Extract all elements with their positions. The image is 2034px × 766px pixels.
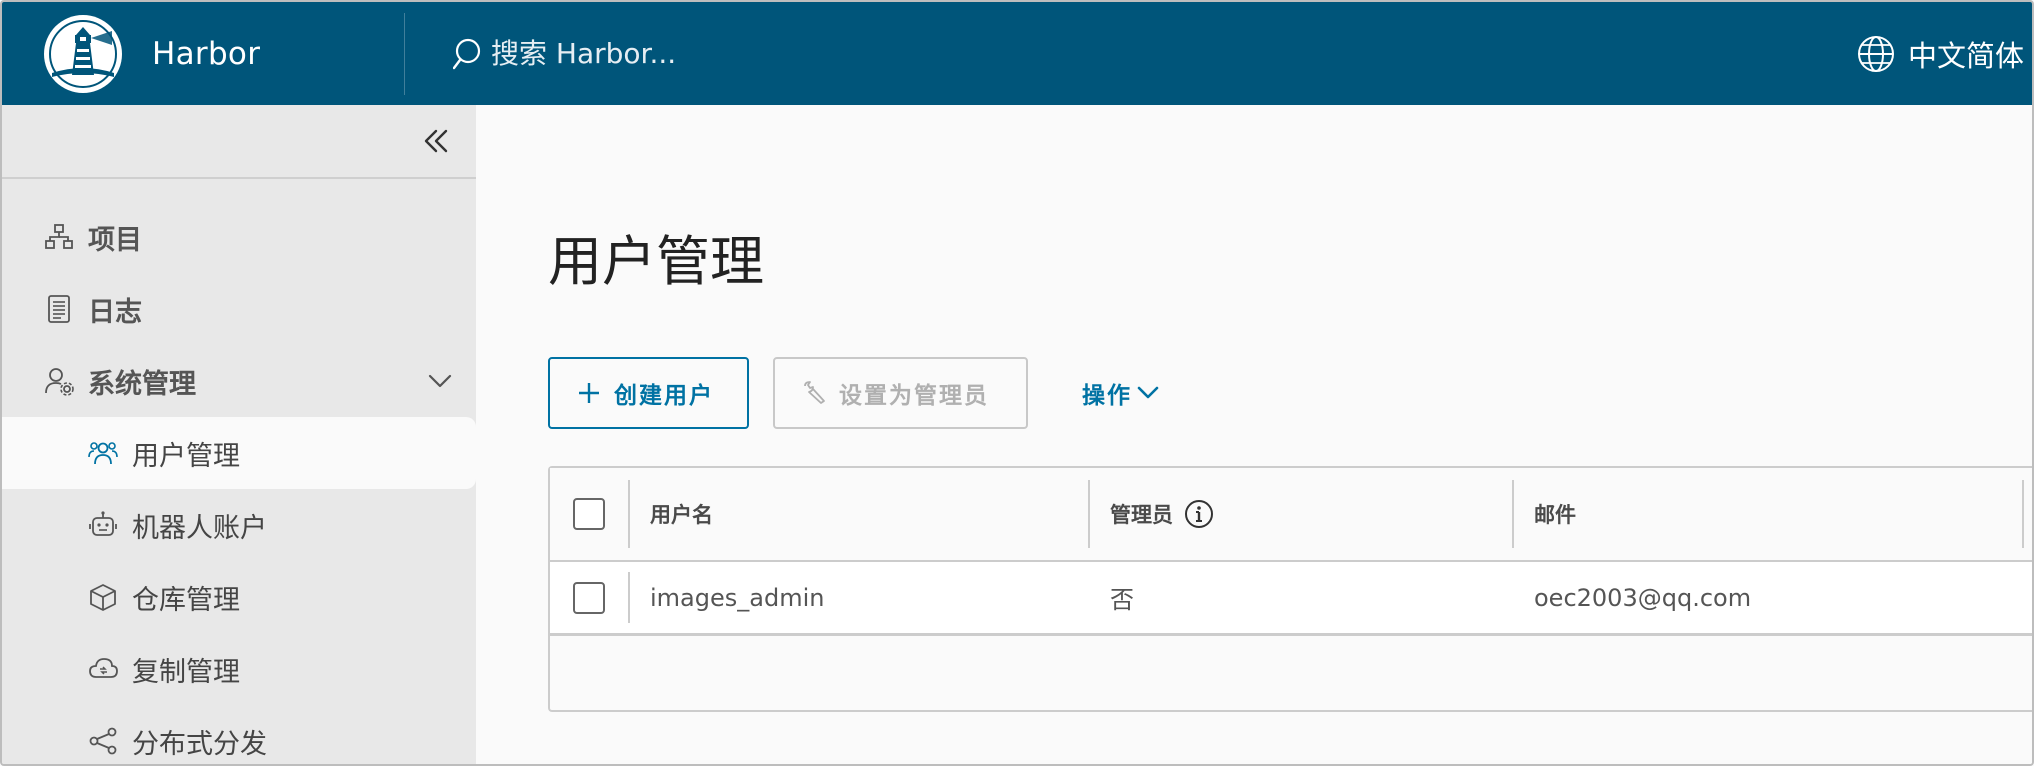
username-value: images_admin — [650, 583, 825, 612]
sidebar-item-label: 系统管理 — [88, 368, 196, 400]
set-admin-label: 设置为管理员 — [839, 383, 989, 409]
set-admin-button[interactable]: 设置为管理员 — [773, 357, 1028, 429]
sidebar-item-administration[interactable]: 系统管理 — [2, 345, 476, 417]
column-separator[interactable] — [1512, 480, 1514, 548]
search-icon — [453, 38, 481, 69]
column-separator[interactable] — [2022, 480, 2024, 548]
sidebar-item-distributions[interactable]: 分布式分发 — [2, 705, 476, 764]
plus-icon — [579, 383, 599, 403]
toolbar: 创建用户 设置为管理员 操作 — [548, 357, 1160, 429]
sidebar-item-replications[interactable]: 复制管理 — [2, 633, 476, 705]
collapse-sidebar-icon[interactable] — [418, 123, 454, 159]
project-icon — [45, 224, 73, 249]
column-header-admin[interactable]: 管理员 — [1088, 468, 1512, 560]
main-content: 用户管理 创建用户 设置为管理员 操作 用户名 管理员 邮件 images_ad… — [476, 105, 2032, 764]
column-header-label: 邮件 — [1534, 503, 1576, 527]
email-value: oec2003@qq.com — [1534, 583, 1752, 612]
info-icon[interactable] — [1183, 498, 1215, 530]
page-title: 用户管理 — [548, 230, 764, 293]
sidebar-item-logs[interactable]: 日志 — [2, 273, 476, 345]
sidebar-item-label: 项目 — [88, 224, 142, 256]
sidebar-item-label: 分布式分发 — [132, 728, 267, 760]
sidebar-item-user-management[interactable]: 用户管理 — [2, 417, 476, 489]
trailing-column — [2022, 468, 2032, 560]
column-header-email[interactable]: 邮件 — [1512, 468, 2022, 560]
brand[interactable]: Harbor — [2, 2, 404, 105]
log-icon — [48, 295, 70, 323]
sidebar-item-label: 用户管理 — [132, 440, 240, 472]
users-icon — [88, 442, 118, 465]
sidebar-item-robot-accounts[interactable]: 机器人账户 — [2, 489, 476, 561]
box-icon — [90, 584, 116, 611]
actions-label: 操作 — [1082, 383, 1132, 409]
global-search[interactable] — [453, 2, 911, 105]
harbor-app: Harbor 中文简体 — [0, 0, 2034, 766]
sidebar-item-registries[interactable]: 仓库管理 — [2, 561, 476, 633]
actions-dropdown[interactable]: 操作 — [1082, 376, 1160, 410]
sidebar-item-label: 仓库管理 — [132, 584, 240, 616]
header-divider — [404, 12, 405, 95]
cell-email: oec2003@qq.com — [1512, 562, 2022, 633]
language-selector[interactable]: 中文简体 — [1856, 2, 2024, 105]
column-header-username[interactable]: 用户名 — [628, 468, 1088, 560]
users-datagrid: 用户名 管理员 邮件 images_admin 否 oec2003@qq.com — [548, 466, 2032, 712]
robot-icon — [89, 511, 117, 536]
row-select-cell — [550, 562, 628, 633]
top-header: Harbor 中文简体 — [2, 2, 2032, 105]
row-separator — [628, 572, 630, 623]
search-input[interactable] — [491, 37, 911, 70]
cell-admin: 否 — [1088, 562, 1512, 633]
harbor-logo-icon — [42, 13, 124, 95]
brand-name: Harbor — [152, 35, 261, 72]
language-label: 中文简体 — [1907, 38, 2024, 73]
sidebar-item-label: 复制管理 — [132, 656, 240, 688]
share-icon — [89, 727, 117, 755]
row-checkbox[interactable] — [573, 581, 605, 614]
sidebar-item-projects[interactable]: 项目 — [2, 201, 476, 273]
sidebar-item-label: 日志 — [88, 296, 142, 328]
table-header: 用户名 管理员 邮件 — [550, 468, 2032, 562]
column-separator[interactable] — [1088, 480, 1090, 548]
create-user-label: 创建用户 — [614, 383, 714, 409]
cloud-sync-icon — [89, 658, 118, 678]
sidebar-item-label: 机器人账户 — [132, 512, 267, 544]
column-separator[interactable] — [628, 480, 630, 548]
globe-icon — [1857, 35, 1894, 72]
table-row[interactable]: images_admin 否 oec2003@qq.com — [550, 562, 2032, 636]
admin-gear-icon — [45, 368, 74, 396]
header-select-cell — [550, 468, 628, 560]
create-user-button[interactable]: 创建用户 — [548, 357, 749, 429]
column-header-label: 管理员 — [1110, 503, 1173, 527]
sidebar: 项目 日志 系统管理 用户管理 机器人账户 仓库管理 复制管理 分布式分发 — [2, 105, 476, 764]
chevron-down-icon[interactable] — [426, 367, 454, 395]
select-all-checkbox[interactable] — [573, 498, 605, 530]
wrench-icon — [804, 381, 825, 404]
column-header-label: 用户名 — [650, 503, 713, 527]
cell-username: images_admin — [628, 562, 1088, 633]
chevron-down-icon — [1137, 386, 1159, 399]
admin-value: 否 — [1110, 586, 1134, 614]
sidebar-collapse-bar — [2, 105, 476, 179]
